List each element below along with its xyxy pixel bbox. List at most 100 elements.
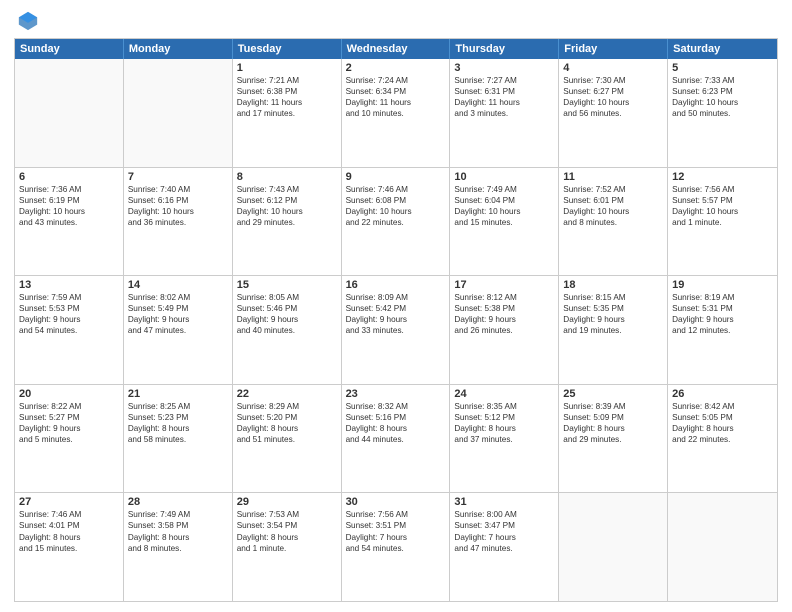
day-number: 9 (346, 171, 446, 183)
day-number: 16 (346, 279, 446, 291)
calendar-cell: 5Sunrise: 7:33 AMSunset: 6:23 PMDaylight… (668, 59, 777, 167)
day-info: Sunrise: 8:09 AMSunset: 5:42 PMDaylight:… (346, 292, 446, 336)
day-number: 7 (128, 171, 228, 183)
day-number: 4 (563, 62, 663, 74)
day-info: Sunrise: 8:15 AMSunset: 5:35 PMDaylight:… (563, 292, 663, 336)
calendar-cell: 25Sunrise: 8:39 AMSunset: 5:09 PMDayligh… (559, 385, 668, 493)
day-info: Sunrise: 7:46 AMSunset: 6:08 PMDaylight:… (346, 184, 446, 228)
day-number: 11 (563, 171, 663, 183)
day-number: 18 (563, 279, 663, 291)
calendar-header: SundayMondayTuesdayWednesdayThursdayFrid… (15, 39, 777, 59)
calendar-cell: 12Sunrise: 7:56 AMSunset: 5:57 PMDayligh… (668, 168, 777, 276)
day-info: Sunrise: 7:30 AMSunset: 6:27 PMDaylight:… (563, 75, 663, 119)
calendar-week-2: 6Sunrise: 7:36 AMSunset: 6:19 PMDaylight… (15, 168, 777, 277)
day-info: Sunrise: 7:27 AMSunset: 6:31 PMDaylight:… (454, 75, 554, 119)
day-number: 3 (454, 62, 554, 74)
day-header-friday: Friday (559, 39, 668, 59)
calendar-cell: 13Sunrise: 7:59 AMSunset: 5:53 PMDayligh… (15, 276, 124, 384)
calendar-cell: 26Sunrise: 8:42 AMSunset: 5:05 PMDayligh… (668, 385, 777, 493)
calendar-cell: 10Sunrise: 7:49 AMSunset: 6:04 PMDayligh… (450, 168, 559, 276)
day-number: 25 (563, 388, 663, 400)
calendar-cell: 20Sunrise: 8:22 AMSunset: 5:27 PMDayligh… (15, 385, 124, 493)
day-number: 23 (346, 388, 446, 400)
day-info: Sunrise: 7:43 AMSunset: 6:12 PMDaylight:… (237, 184, 337, 228)
day-info: Sunrise: 8:02 AMSunset: 5:49 PMDaylight:… (128, 292, 228, 336)
day-number: 22 (237, 388, 337, 400)
day-info: Sunrise: 7:56 AMSunset: 3:51 PMDaylight:… (346, 509, 446, 553)
day-info: Sunrise: 7:33 AMSunset: 6:23 PMDaylight:… (672, 75, 773, 119)
calendar-cell: 6Sunrise: 7:36 AMSunset: 6:19 PMDaylight… (15, 168, 124, 276)
calendar-week-4: 20Sunrise: 8:22 AMSunset: 5:27 PMDayligh… (15, 385, 777, 494)
day-number: 12 (672, 171, 773, 183)
calendar-cell (668, 493, 777, 601)
calendar-cell: 23Sunrise: 8:32 AMSunset: 5:16 PMDayligh… (342, 385, 451, 493)
calendar-cell: 11Sunrise: 7:52 AMSunset: 6:01 PMDayligh… (559, 168, 668, 276)
calendar-cell: 9Sunrise: 7:46 AMSunset: 6:08 PMDaylight… (342, 168, 451, 276)
calendar-week-5: 27Sunrise: 7:46 AMSunset: 4:01 PMDayligh… (15, 493, 777, 601)
day-number: 17 (454, 279, 554, 291)
day-header-monday: Monday (124, 39, 233, 59)
day-number: 15 (237, 279, 337, 291)
day-number: 10 (454, 171, 554, 183)
day-number: 8 (237, 171, 337, 183)
day-number: 1 (237, 62, 337, 74)
day-header-sunday: Sunday (15, 39, 124, 59)
logo (14, 14, 39, 32)
day-header-thursday: Thursday (450, 39, 559, 59)
calendar-cell: 17Sunrise: 8:12 AMSunset: 5:38 PMDayligh… (450, 276, 559, 384)
day-header-tuesday: Tuesday (233, 39, 342, 59)
day-number: 28 (128, 496, 228, 508)
day-info: Sunrise: 8:42 AMSunset: 5:05 PMDaylight:… (672, 401, 773, 445)
day-number: 27 (19, 496, 119, 508)
calendar-week-3: 13Sunrise: 7:59 AMSunset: 5:53 PMDayligh… (15, 276, 777, 385)
day-number: 21 (128, 388, 228, 400)
day-info: Sunrise: 8:12 AMSunset: 5:38 PMDaylight:… (454, 292, 554, 336)
day-number: 5 (672, 62, 773, 74)
page-header (14, 10, 778, 32)
day-info: Sunrise: 8:22 AMSunset: 5:27 PMDaylight:… (19, 401, 119, 445)
day-number: 24 (454, 388, 554, 400)
day-info: Sunrise: 7:46 AMSunset: 4:01 PMDaylight:… (19, 509, 119, 553)
day-number: 20 (19, 388, 119, 400)
calendar-cell: 1Sunrise: 7:21 AMSunset: 6:38 PMDaylight… (233, 59, 342, 167)
calendar-cell: 24Sunrise: 8:35 AMSunset: 5:12 PMDayligh… (450, 385, 559, 493)
calendar-cell (124, 59, 233, 167)
calendar-body: 1Sunrise: 7:21 AMSunset: 6:38 PMDaylight… (15, 59, 777, 601)
calendar-cell: 2Sunrise: 7:24 AMSunset: 6:34 PMDaylight… (342, 59, 451, 167)
calendar-cell: 22Sunrise: 8:29 AMSunset: 5:20 PMDayligh… (233, 385, 342, 493)
day-header-saturday: Saturday (668, 39, 777, 59)
day-info: Sunrise: 7:56 AMSunset: 5:57 PMDaylight:… (672, 184, 773, 228)
day-number: 26 (672, 388, 773, 400)
day-info: Sunrise: 8:39 AMSunset: 5:09 PMDaylight:… (563, 401, 663, 445)
day-info: Sunrise: 8:19 AMSunset: 5:31 PMDaylight:… (672, 292, 773, 336)
calendar-cell: 31Sunrise: 8:00 AMSunset: 3:47 PMDayligh… (450, 493, 559, 601)
day-info: Sunrise: 7:52 AMSunset: 6:01 PMDaylight:… (563, 184, 663, 228)
day-header-wednesday: Wednesday (342, 39, 451, 59)
calendar-cell: 18Sunrise: 8:15 AMSunset: 5:35 PMDayligh… (559, 276, 668, 384)
day-info: Sunrise: 8:35 AMSunset: 5:12 PMDaylight:… (454, 401, 554, 445)
day-info: Sunrise: 7:49 AMSunset: 3:58 PMDaylight:… (128, 509, 228, 553)
day-info: Sunrise: 8:00 AMSunset: 3:47 PMDaylight:… (454, 509, 554, 553)
calendar-cell: 21Sunrise: 8:25 AMSunset: 5:23 PMDayligh… (124, 385, 233, 493)
calendar-cell: 29Sunrise: 7:53 AMSunset: 3:54 PMDayligh… (233, 493, 342, 601)
calendar-cell: 19Sunrise: 8:19 AMSunset: 5:31 PMDayligh… (668, 276, 777, 384)
calendar-cell: 28Sunrise: 7:49 AMSunset: 3:58 PMDayligh… (124, 493, 233, 601)
calendar-cell: 8Sunrise: 7:43 AMSunset: 6:12 PMDaylight… (233, 168, 342, 276)
calendar-week-1: 1Sunrise: 7:21 AMSunset: 6:38 PMDaylight… (15, 59, 777, 168)
day-number: 30 (346, 496, 446, 508)
day-number: 29 (237, 496, 337, 508)
day-info: Sunrise: 8:29 AMSunset: 5:20 PMDaylight:… (237, 401, 337, 445)
day-number: 31 (454, 496, 554, 508)
day-info: Sunrise: 7:40 AMSunset: 6:16 PMDaylight:… (128, 184, 228, 228)
day-info: Sunrise: 7:59 AMSunset: 5:53 PMDaylight:… (19, 292, 119, 336)
calendar: SundayMondayTuesdayWednesdayThursdayFrid… (14, 38, 778, 602)
calendar-cell: 27Sunrise: 7:46 AMSunset: 4:01 PMDayligh… (15, 493, 124, 601)
day-info: Sunrise: 7:21 AMSunset: 6:38 PMDaylight:… (237, 75, 337, 119)
day-number: 2 (346, 62, 446, 74)
day-number: 14 (128, 279, 228, 291)
logo-icon (17, 10, 39, 32)
calendar-cell (15, 59, 124, 167)
day-number: 13 (19, 279, 119, 291)
day-info: Sunrise: 8:05 AMSunset: 5:46 PMDaylight:… (237, 292, 337, 336)
day-number: 19 (672, 279, 773, 291)
